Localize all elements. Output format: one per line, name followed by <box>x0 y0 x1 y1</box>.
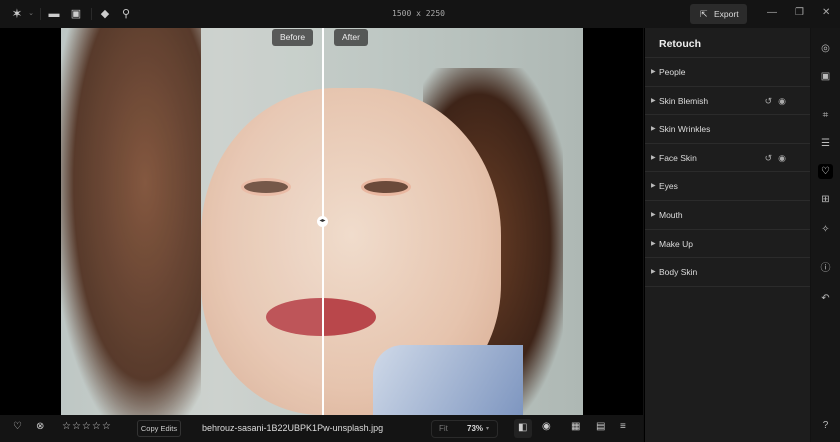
filmstrip-icon[interactable]: ▤ <box>596 421 605 432</box>
folder-icon[interactable]: ▬ <box>47 7 61 21</box>
image-dimensions: 1500 x 2250 <box>392 9 445 18</box>
adjust-icon[interactable]: ☰ <box>818 136 833 151</box>
preview-eye-icon[interactable]: ◉ <box>542 421 551 432</box>
export-label: Export <box>714 9 739 19</box>
section-label: Skin Wrinkles <box>659 124 711 135</box>
section-label: Mouth <box>659 209 683 220</box>
remove-icon[interactable]: ⊞ <box>818 192 833 207</box>
visibility-eye-icon[interactable]: ◉ <box>778 153 792 163</box>
section-mouth[interactable]: ▶ Mouth <box>645 201 810 230</box>
top-bar: ✶ ⌄ ▬ ▣ ◆ ⚲ 1500 x 2250 ⇱ Export — ❐ ✕ <box>0 0 840 28</box>
help-icon[interactable]: ? <box>818 418 833 433</box>
after-label: After <box>334 29 368 46</box>
sort-icon[interactable]: ≡ <box>620 421 626 432</box>
expand-arrow-icon[interactable]: ▶ <box>651 115 656 143</box>
panel-title: Retouch <box>645 28 810 58</box>
section-people[interactable]: ▶ People <box>645 58 810 87</box>
section-label: People <box>659 67 686 77</box>
section-skin-blemish[interactable]: ▶ Skin Blemish ↺◉ <box>645 87 810 116</box>
reject-icon[interactable]: ⊗ <box>36 421 44 432</box>
import-image-icon[interactable]: ▣ <box>69 7 83 21</box>
section-label: Eyes <box>659 181 678 192</box>
reset-icon[interactable]: ↺ <box>765 153 779 163</box>
star-rating[interactable]: ☆☆☆☆☆ <box>62 421 112 432</box>
section-label: Body Skin <box>659 267 698 278</box>
divider <box>40 8 41 20</box>
before-overlay <box>61 28 322 415</box>
copy-edits-button[interactable]: Copy Edits <box>137 420 181 437</box>
presets-icon[interactable]: ◎ <box>818 41 833 56</box>
minimize-button[interactable]: — <box>767 7 777 18</box>
export-button[interactable]: ⇱ Export <box>690 4 747 24</box>
photo-region <box>373 345 523 415</box>
compare-button[interactable]: ◧ <box>514 419 532 438</box>
zoom-level[interactable]: 73% <box>467 421 483 437</box>
photo-region <box>361 178 411 196</box>
magic-icon[interactable]: ✧ <box>818 222 833 237</box>
reset-icon[interactable]: ↺ <box>765 96 779 106</box>
right-toolbar: ◎ ▣ ⌗ ☰ ♡ ⊞ ✧ ⓘ ↶ ? <box>811 28 840 442</box>
section-skin-wrinkles[interactable]: ▶ Skin Wrinkles <box>645 115 810 144</box>
section-make-up[interactable]: ▶ Make Up <box>645 230 810 259</box>
favorite-heart-icon[interactable]: ♡ <box>13 421 22 432</box>
retouch-icon[interactable]: ♡ <box>818 164 833 179</box>
split-view-icon: ◧ <box>518 422 528 433</box>
logo-star-icon[interactable]: ✶ <box>10 7 24 21</box>
image-canvas: ◂▸ Before After <box>0 28 643 415</box>
chevron-down-icon[interactable]: ⌄ <box>24 7 38 21</box>
section-label: Make Up <box>659 238 694 249</box>
visibility-eye-icon[interactable]: ◉ <box>778 96 792 106</box>
section-body-skin[interactable]: ▶ Body Skin <box>645 258 810 287</box>
section-label: Skin Blemish <box>659 95 709 106</box>
before-label: Before <box>272 29 314 46</box>
expand-arrow-icon[interactable]: ▶ <box>651 172 656 200</box>
eraser-icon[interactable]: ◆ <box>98 7 112 21</box>
info-icon[interactable]: ⓘ <box>818 261 833 276</box>
filename: behrouz-sasani-1B22UBPK1Pw-unsplash.jpg <box>202 423 384 433</box>
divider <box>91 8 92 20</box>
section-label: Face Skin <box>659 152 697 163</box>
split-drag-handle[interactable]: ◂▸ <box>317 216 328 227</box>
undo-icon[interactable]: ↶ <box>818 291 833 306</box>
expand-arrow-icon[interactable]: ▶ <box>651 144 656 172</box>
expand-arrow-icon[interactable]: ▶ <box>651 201 656 229</box>
zoom-control[interactable]: Fit 73% ▾ <box>431 420 498 438</box>
section-eyes[interactable]: ▶ Eyes <box>645 172 810 201</box>
expand-arrow-icon[interactable]: ▶ <box>651 87 656 115</box>
chevron-down-icon[interactable]: ▾ <box>486 421 489 437</box>
close-button[interactable]: ✕ <box>822 7 830 18</box>
export-icon: ⇱ <box>700 9 708 19</box>
zoom-icon[interactable]: ⚲ <box>119 7 133 21</box>
retouch-panel: Retouch ▶ People ▶ Skin Blemish ↺◉ ▶ Skin Wrin… <box>644 28 810 442</box>
photo-preview: ◂▸ Before After <box>61 28 583 415</box>
expand-arrow-icon[interactable]: ▶ <box>651 230 656 258</box>
expand-arrow-icon[interactable]: ▶ <box>651 258 656 286</box>
grid-view-icon[interactable]: ▦ <box>571 421 580 432</box>
bottom-bar: ♡ ⊗ ☆☆☆☆☆ Copy Edits behrouz-sasani-1B22… <box>0 415 643 442</box>
section-face-skin[interactable]: ▶ Face Skin ↺◉ <box>645 144 810 173</box>
select-icon[interactable]: ▣ <box>818 69 833 84</box>
restore-button[interactable]: ❐ <box>795 7 804 18</box>
crop-icon[interactable]: ⌗ <box>818 108 833 123</box>
expand-arrow-icon[interactable]: ▶ <box>651 58 656 86</box>
fit-button[interactable]: Fit <box>439 421 448 437</box>
